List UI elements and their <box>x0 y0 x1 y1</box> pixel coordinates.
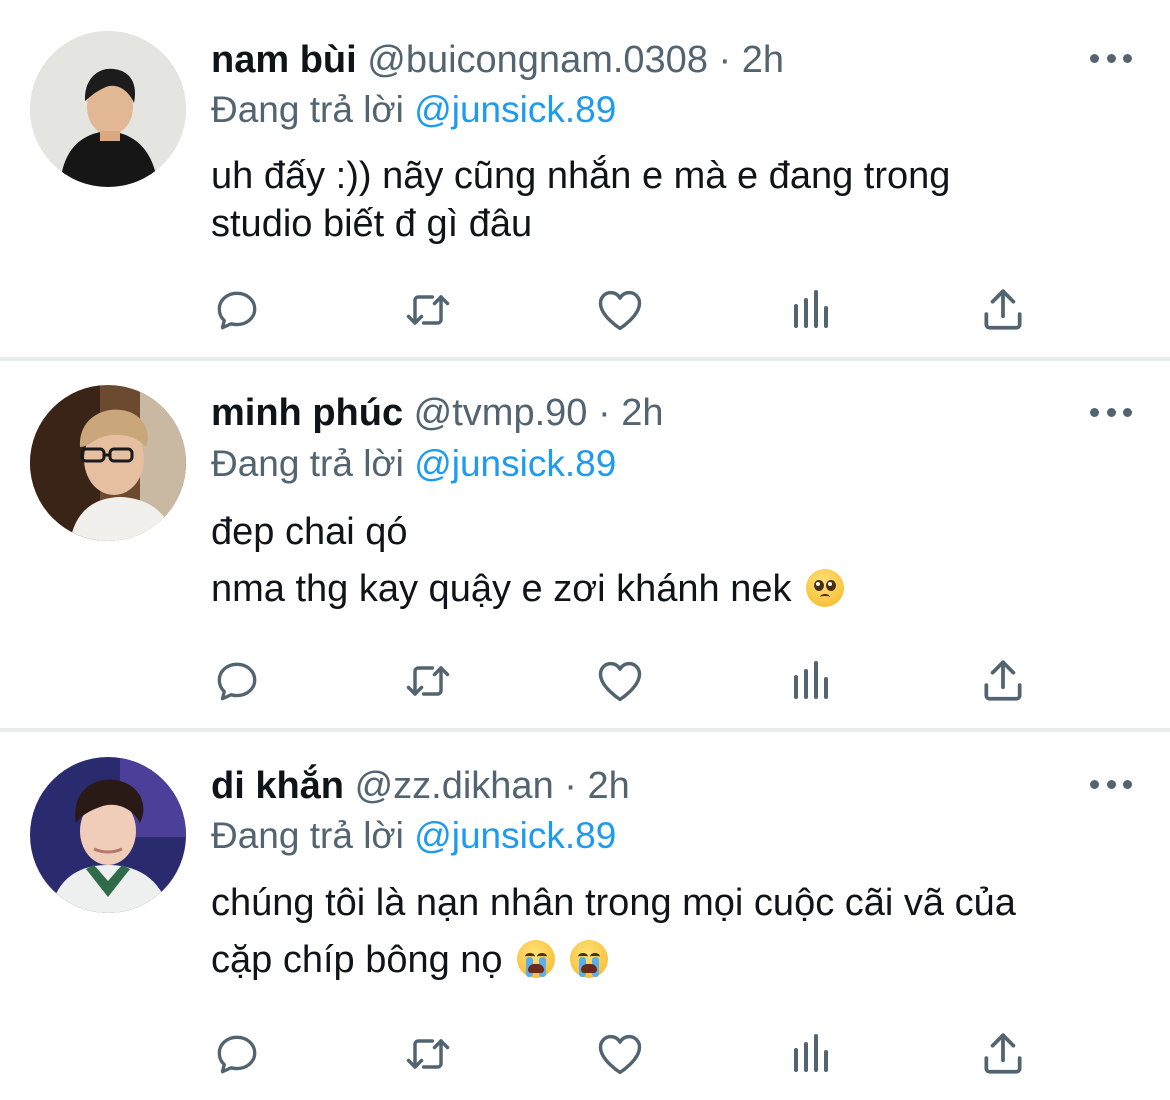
replying-to-label: Đang trả lời <box>211 815 404 856</box>
replying-to-label: Đang trả lời <box>211 89 404 130</box>
reply-icon[interactable] <box>207 280 267 340</box>
tweet-text-line: uh đấy :)) nãy cũng nhắn e mà e đang tro… <box>211 155 951 197</box>
retweet-icon[interactable] <box>398 280 458 340</box>
views-icon[interactable] <box>782 1024 842 1084</box>
separator-dot: · <box>718 39 732 81</box>
mention-link[interactable]: @junsick.89 <box>414 815 616 856</box>
tweet-text-line-with-emoji: nma thg kay quậy e zơi khánh nek <box>211 561 1131 618</box>
mention-link[interactable]: @junsick.89 <box>414 443 616 484</box>
user-handle[interactable]: @buicongnam.0308 <box>367 39 708 81</box>
retweet-icon[interactable] <box>398 1024 458 1084</box>
tweet-text-line: đep chai qó <box>211 511 408 553</box>
tweet-header: minh phúc @tvmp.90 · 2h <box>211 389 663 437</box>
display-name[interactable]: di khắn <box>211 765 344 807</box>
pleading-face-emoji <box>806 569 845 607</box>
like-icon[interactable] <box>590 651 650 711</box>
share-icon[interactable] <box>973 1024 1033 1084</box>
display-name[interactable]: minh phúc <box>211 392 403 434</box>
replying-to: Đang trả lời @junsick.89 <box>211 86 616 134</box>
reply-icon[interactable] <box>207 651 267 711</box>
display-name[interactable]: nam bùi <box>211 39 357 81</box>
more-options-icon[interactable] <box>1090 777 1132 791</box>
tweet-text: chúng tôi là nạn nhân trong mọi cuộc cãi… <box>211 875 1131 989</box>
tweet-text-line: nma thg kay quậy e zơi khánh nek <box>211 568 792 610</box>
tweet-text-line: chúng tôi là nạn nhân trong mọi cuộc cãi… <box>211 882 1016 924</box>
replying-to-label: Đang trả lời <box>211 443 404 484</box>
views-icon[interactable] <box>782 280 842 340</box>
tweet-actions <box>0 651 1170 711</box>
tweet[interactable]: minh phúc @tvmp.90 · 2h Đang trả lời @ju… <box>0 361 1170 728</box>
like-icon[interactable] <box>590 1024 650 1084</box>
separator-dot: · <box>597 392 611 434</box>
user-handle[interactable]: @tvmp.90 <box>414 392 588 434</box>
tweet-text-line: cặp chíp bông nọ <box>211 939 503 981</box>
timestamp[interactable]: 2h <box>588 765 630 807</box>
tweet-text: đep chai qó nma thg kay quậy e zơi khánh… <box>211 504 1131 618</box>
tweet[interactable]: nam bùi @buicongnam.0308 · 2h Đang trả l… <box>0 0 1170 357</box>
retweet-icon[interactable] <box>398 651 458 711</box>
share-icon[interactable] <box>973 651 1033 711</box>
timestamp[interactable]: 2h <box>621 392 663 434</box>
views-icon[interactable] <box>782 651 842 711</box>
tweet-text-line-with-emoji: cặp chíp bông nọ <box>211 932 1131 989</box>
separator-dot: · <box>564 765 577 807</box>
replying-to: Đang trả lời @junsick.89 <box>211 440 616 488</box>
loudly-crying-face-emoji <box>517 940 556 978</box>
tweet-header: di khắn @zz.dikhan · 2h <box>211 762 630 810</box>
tweet-header: nam bùi @buicongnam.0308 · 2h <box>211 36 784 84</box>
tweet-text: uh đấy :)) nãy cũng nhắn e mà e đang tro… <box>211 152 1131 248</box>
more-options-icon[interactable] <box>1090 405 1132 419</box>
user-handle[interactable]: @zz.dikhan <box>355 765 554 807</box>
tweet[interactable]: di khắn @zz.dikhan · 2h Đang trả lời @ju… <box>0 732 1170 1100</box>
more-options-icon[interactable] <box>1090 51 1132 65</box>
avatar[interactable] <box>30 31 186 187</box>
share-icon[interactable] <box>973 280 1033 340</box>
avatar[interactable] <box>30 757 186 913</box>
timestamp[interactable]: 2h <box>742 39 784 81</box>
replying-to: Đang trả lời @junsick.89 <box>211 812 616 860</box>
like-icon[interactable] <box>590 280 650 340</box>
tweet-actions <box>0 280 1170 340</box>
avatar[interactable] <box>30 385 186 541</box>
tweet-actions <box>0 1024 1170 1084</box>
mention-link[interactable]: @junsick.89 <box>414 89 616 130</box>
loudly-crying-face-emoji <box>569 940 608 978</box>
tweet-text-line: studio biết đ gì đâu <box>211 203 533 245</box>
reply-icon[interactable] <box>207 1024 267 1084</box>
